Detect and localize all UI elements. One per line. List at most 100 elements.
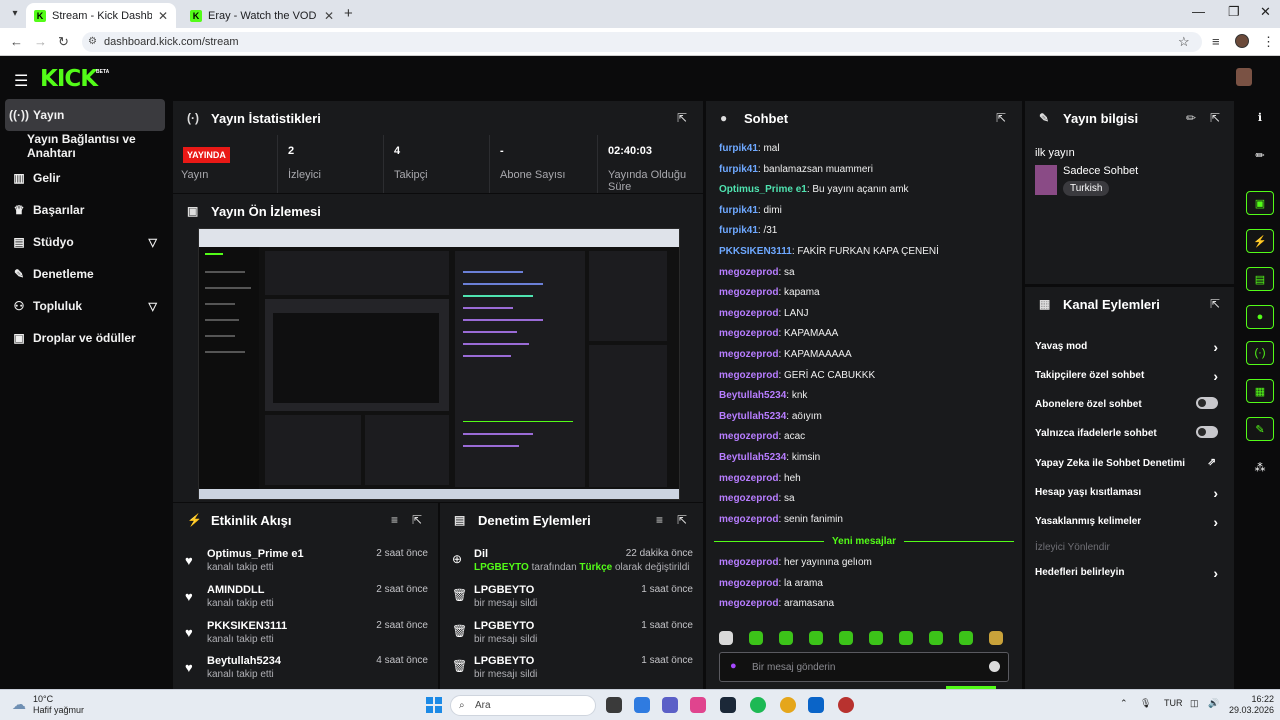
- chat-username[interactable]: megozeprod: [719, 578, 778, 589]
- browser-tab-dashboard[interactable]: K Stream - Kick Dashboard ✕: [26, 3, 176, 28]
- chrome-icon[interactable]: [780, 697, 796, 713]
- channel-action-slow-mode[interactable]: Yavaş mod ›: [1035, 339, 1224, 361]
- maximize-icon[interactable]: ❐: [1228, 4, 1240, 20]
- sidebar-item-droplar[interactable]: ▣ Droplar ve ödüller: [5, 322, 165, 354]
- popout-icon[interactable]: ⇱: [677, 111, 687, 125]
- emote-icon[interactable]: [719, 631, 733, 645]
- steam-icon[interactable]: [720, 697, 736, 713]
- chat-username[interactable]: furpik41: [719, 205, 758, 216]
- emote-icon[interactable]: [809, 631, 823, 645]
- popout-icon[interactable]: ⇱: [996, 111, 1006, 125]
- filter-icon[interactable]: ≡: [391, 513, 398, 527]
- activity-user[interactable]: AMINDDLL: [207, 584, 264, 596]
- weather-icon[interactable]: ☁: [12, 696, 26, 713]
- channel-action-ai-moderation[interactable]: Yapay Zeka ile Sohbet Denetimi ⇗: [1035, 457, 1224, 478]
- microphone-icon[interactable]: ●: [730, 660, 737, 672]
- chat-username[interactable]: furpik41: [719, 164, 758, 175]
- chat-username[interactable]: megozeprod: [719, 267, 778, 278]
- sidebar-item-stream-key[interactable]: Yayın Bağlantısı ve Anahtarı: [5, 130, 165, 162]
- chat-username[interactable]: Beytullah5234: [719, 452, 786, 463]
- chat-bubble-icon[interactable]: ●: [1246, 305, 1274, 329]
- lightning-icon[interactable]: ⚡: [1246, 229, 1274, 253]
- browser-menu-icon[interactable]: ⋮: [1262, 34, 1275, 50]
- emotes-only-toggle[interactable]: [1196, 426, 1218, 438]
- channel-action-goals[interactable]: Hedefleri belirleyin ›: [1035, 565, 1224, 587]
- add-widget-icon[interactable]: ⁂: [1246, 455, 1274, 479]
- subscribers-only-toggle[interactable]: [1196, 397, 1218, 409]
- emote-icon[interactable]: [929, 631, 943, 645]
- chat-username[interactable]: megozeprod: [719, 557, 778, 568]
- taskbar-clock[interactable]: 16:22 29.03.2026: [1229, 694, 1274, 716]
- moderator-name[interactable]: LPGBEYTO: [474, 562, 529, 573]
- activity-user[interactable]: Beytullah5234: [207, 655, 281, 667]
- reload-icon[interactable]: ↻: [58, 34, 69, 50]
- sidebar-item-studyo[interactable]: ▤ Stüdyo ▽: [5, 226, 165, 258]
- edit-icon[interactable]: ✏: [1246, 143, 1274, 167]
- broadcast-icon[interactable]: (·): [1246, 341, 1274, 365]
- sidebar-item-yayin[interactable]: ((·)) Yayın: [5, 99, 165, 131]
- show-hidden-icons-icon[interactable]: ⌃: [1120, 698, 1128, 709]
- sidebar-item-denetleme[interactable]: ✎ Denetleme: [5, 258, 165, 290]
- chat-username[interactable]: megozeprod: [719, 349, 778, 360]
- chat-username[interactable]: megozeprod: [719, 328, 778, 339]
- volume-icon[interactable]: 🔊: [1208, 698, 1219, 709]
- chat-username[interactable]: Beytullah5234: [719, 411, 786, 422]
- microphone-tray-icon[interactable]: 🎙: [1140, 698, 1151, 709]
- browser-profile-avatar[interactable]: [1235, 34, 1249, 48]
- emote-icon[interactable]: [989, 631, 1003, 645]
- close-tab-icon[interactable]: ✕: [158, 9, 168, 23]
- kick-logo[interactable]: KICK: [40, 66, 98, 92]
- browser-tab-vod[interactable]: K Eray - Watch the VOD on Kick ✕: [182, 3, 342, 28]
- activity-user[interactable]: Optimus_Prime e1: [207, 548, 304, 560]
- chat-username[interactable]: megozeprod: [719, 287, 778, 298]
- chat-username[interactable]: megozeprod: [719, 370, 778, 381]
- network-icon[interactable]: ◫: [1190, 698, 1199, 709]
- channel-action-account-age[interactable]: Hesap yaşı kısıtlaması ›: [1035, 485, 1224, 507]
- spotify-icon[interactable]: [750, 697, 766, 713]
- emote-icon[interactable]: [779, 631, 793, 645]
- wrench-icon[interactable]: ✎: [1246, 417, 1274, 441]
- chat-username[interactable]: Optimus_Prime e1: [719, 184, 807, 195]
- store-icon[interactable]: [808, 697, 824, 713]
- copilot-icon[interactable]: [690, 697, 706, 713]
- emote-icon[interactable]: [869, 631, 883, 645]
- url-field[interactable]: ⚙ dashboard.kick.com/stream: [82, 32, 1202, 52]
- teams-icon[interactable]: [662, 697, 678, 713]
- user-avatar[interactable]: [1236, 68, 1252, 86]
- bookmark-star-icon[interactable]: ☆: [1178, 34, 1190, 50]
- emote-icon[interactable]: [959, 631, 973, 645]
- media-controls-icon[interactable]: ≡: [1212, 34, 1220, 49]
- chat-username[interactable]: megozeprod: [719, 431, 778, 442]
- chat-username[interactable]: megozeprod: [719, 514, 778, 525]
- chat-username[interactable]: furpik41: [719, 143, 758, 154]
- hamburger-menu-icon[interactable]: ☰: [14, 71, 28, 91]
- popout-icon[interactable]: ⇱: [1210, 297, 1220, 311]
- chat-message-input[interactable]: [752, 659, 972, 675]
- channel-action-followers-only[interactable]: Takipçilere özel sohbet ›: [1035, 368, 1224, 390]
- edge-icon[interactable]: [634, 697, 650, 713]
- back-icon[interactable]: ←: [10, 34, 23, 49]
- emoji-picker-icon[interactable]: [989, 661, 1000, 672]
- windows-start-icon[interactable]: [426, 697, 442, 713]
- moderation-user[interactable]: LPGBEYTO: [474, 584, 534, 596]
- chat-username[interactable]: megozeprod: [719, 473, 778, 484]
- close-tab-icon[interactable]: ✕: [324, 9, 334, 23]
- popout-icon[interactable]: ⇱: [412, 513, 422, 527]
- moderation-user[interactable]: LPGBEYTO: [474, 620, 534, 632]
- tab-list-chevron-icon[interactable]: ▾: [6, 5, 24, 23]
- preview-toggle-icon[interactable]: ▣: [1246, 191, 1274, 215]
- chat-username[interactable]: megozeprod: [719, 493, 778, 504]
- filter-icon[interactable]: ≡: [656, 513, 663, 527]
- sidebar-item-basarilar[interactable]: ♛ Başarılar: [5, 194, 165, 226]
- task-view-icon[interactable]: [606, 697, 622, 713]
- sidebar-item-gelir[interactable]: ▥ Gelir: [5, 162, 165, 194]
- input-language[interactable]: TUR: [1164, 698, 1183, 708]
- activity-user[interactable]: PKKSIKEN3111: [207, 620, 287, 632]
- info-icon[interactable]: ℹ: [1246, 105, 1274, 129]
- chat-username[interactable]: megozeprod: [719, 598, 778, 609]
- app-icon[interactable]: [838, 697, 854, 713]
- sidebar-item-topluluk[interactable]: ⚇ Topluluk ▽: [5, 290, 165, 322]
- site-info-icon[interactable]: ⚙: [88, 32, 97, 52]
- channel-action-banned-words[interactable]: Yasaklanmış kelimeler ›: [1035, 514, 1224, 536]
- new-tab-icon[interactable]: +: [344, 5, 353, 22]
